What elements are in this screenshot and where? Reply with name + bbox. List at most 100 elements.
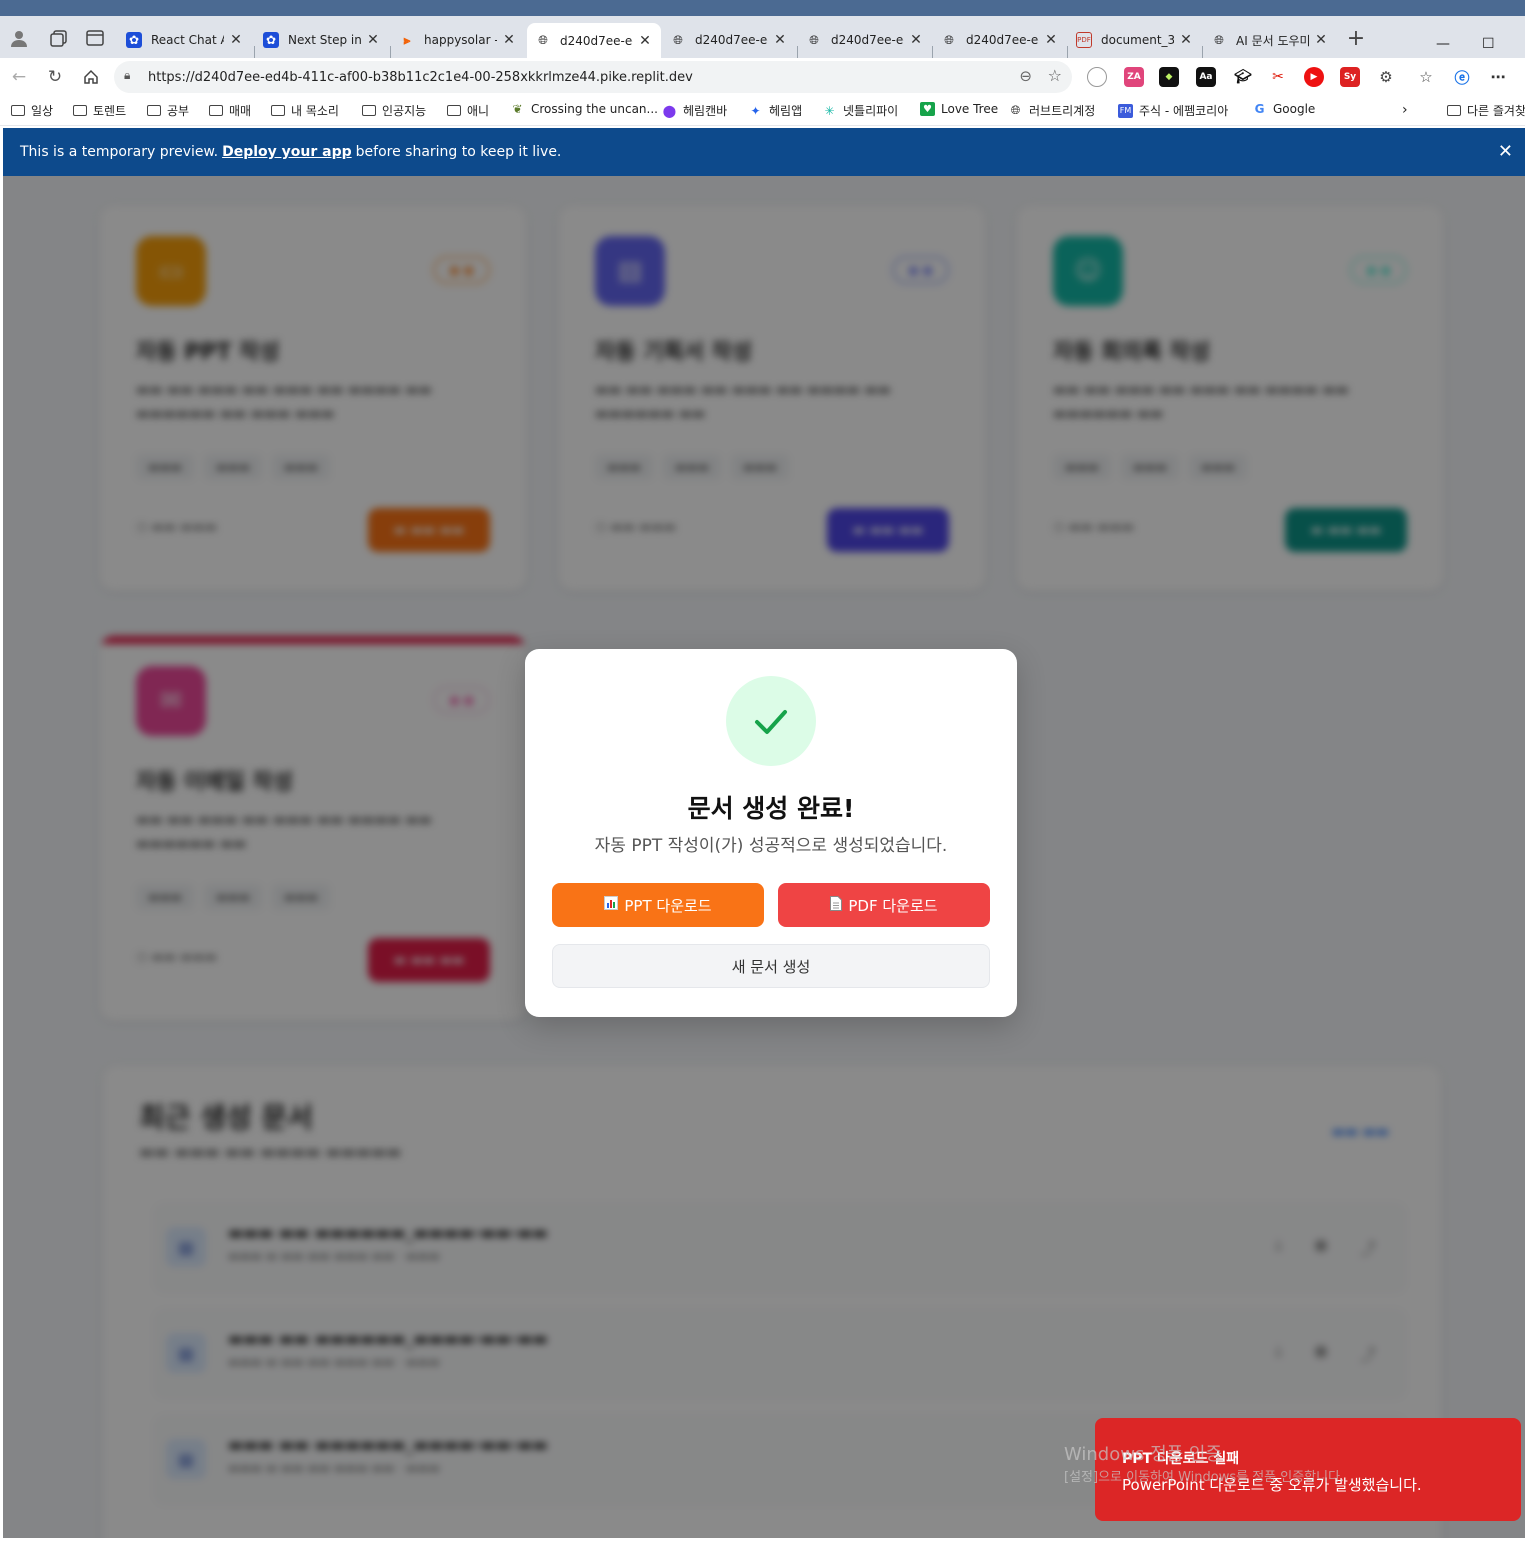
- folder-icon: [446, 104, 461, 118]
- netlify-icon: ✳: [824, 103, 835, 118]
- ppt-download-button[interactable]: PPT 다운로드: [552, 883, 764, 927]
- tab-7[interactable]: PDF document_36 ✕: [1068, 22, 1202, 58]
- bookmark-folder[interactable]: 공부: [146, 102, 189, 119]
- bookmark-folder[interactable]: 매매: [208, 102, 251, 119]
- browser-tab-strip: ✿ React Chat Ap ✕ ✿ Next Step in U ✕ ⫸ h…: [0, 0, 1525, 64]
- tab-title: d240d7ee-ed: [560, 33, 633, 48]
- extension-icon[interactable]: 🎓︎: [1233, 67, 1253, 87]
- bookmark-link[interactable]: G Google: [1252, 102, 1316, 116]
- bookmark-label: 주식 - 에펨코리아: [1139, 104, 1229, 118]
- bookmark-folder-other[interactable]: 다른 즐겨찾기: [1446, 102, 1525, 119]
- extension-icon[interactable]: ◆: [1159, 67, 1179, 87]
- ppt-download-label: PPT 다운로드: [624, 896, 712, 915]
- extension-icon[interactable]: Aa: [1196, 67, 1216, 87]
- bookmark-folder[interactable]: 애니: [446, 102, 489, 119]
- tab-title: Next Step in U: [288, 33, 361, 47]
- tab-1[interactable]: ✿ Next Step in U ✕: [255, 22, 389, 58]
- close-tab-icon[interactable]: ✕: [1178, 32, 1194, 48]
- tab-2[interactable]: ⫸ happysolar - F ✕: [391, 22, 525, 58]
- bookmark-folder[interactable]: 인공지능: [361, 102, 426, 119]
- bookmark-label: Love Tree: [941, 102, 999, 116]
- extension-icon[interactable]: ZA: [1124, 67, 1144, 87]
- close-icon[interactable]: ✕: [1498, 141, 1513, 162]
- extension-icon[interactable]: ✂: [1268, 67, 1288, 87]
- bookmark-label: 헤림앱: [769, 104, 803, 118]
- folder-icon: [270, 104, 285, 118]
- back-icon[interactable]: ←: [8, 66, 30, 88]
- tab-3-active[interactable]: 🌐︎ d240d7ee-ed ✕: [527, 23, 661, 58]
- tab-5[interactable]: 🌐︎ d240d7ee-ed ✕: [798, 22, 932, 58]
- favorite-star-icon[interactable]: ☆: [1048, 66, 1062, 85]
- bookmarks-overflow-chevron-icon[interactable]: ›: [1402, 102, 1408, 118]
- globe-icon: 🌐︎: [1214, 32, 1224, 47]
- tab-title: happysolar - F: [424, 33, 497, 47]
- new-document-button[interactable]: 새 문서 생성: [552, 944, 990, 988]
- modal-subtitle: 자동 PPT 작성이(가) 성공적으로 생성되었습니다.: [594, 836, 948, 856]
- tab-title: document_36: [1101, 33, 1174, 47]
- bar-chart-icon: [604, 896, 619, 914]
- extension-icon[interactable]: [1087, 67, 1107, 87]
- close-tab-icon[interactable]: ✕: [365, 32, 381, 48]
- extension-icon[interactable]: Sy: [1340, 67, 1360, 87]
- close-tab-icon[interactable]: ✕: [908, 32, 924, 48]
- bookmark-label: 인공지능: [382, 104, 427, 118]
- tab-title: d240d7ee-ed: [695, 33, 768, 47]
- bookmark-folder[interactable]: 토렌트: [72, 102, 126, 119]
- minimize-icon[interactable]: —: [1436, 36, 1450, 52]
- close-tab-icon[interactable]: ✕: [1313, 32, 1329, 48]
- url-text: https://d240d7ee-ed4b-411c-af00-b38b11c2…: [148, 69, 693, 85]
- pdf-download-button[interactable]: PDF 다운로드: [778, 883, 990, 927]
- zoom-icon[interactable]: ⊖: [1019, 67, 1032, 85]
- bookmark-folder[interactable]: 내 목소리: [270, 102, 339, 119]
- pdf-icon: PDF: [1076, 32, 1092, 48]
- globe-icon: 🌐︎: [944, 32, 954, 47]
- edge-icon[interactable]: ⓔ: [1452, 67, 1472, 87]
- vertical-tabs-icon[interactable]: [83, 26, 107, 50]
- maximize-icon[interactable]: ☐: [1482, 36, 1495, 52]
- profile-icon[interactable]: [7, 26, 31, 50]
- folder-icon: [10, 104, 25, 118]
- close-tab-icon[interactable]: ✕: [501, 32, 517, 48]
- modal-title: 문서 생성 완료!: [687, 794, 855, 823]
- bookmark-label: 러브트리계정: [1029, 104, 1096, 118]
- close-tab-icon[interactable]: ✕: [772, 32, 788, 48]
- bookmark-folder[interactable]: 일상: [10, 102, 53, 119]
- close-tab-icon[interactable]: ✕: [637, 33, 653, 49]
- tab-0[interactable]: ✿ React Chat Ap ✕: [118, 22, 252, 58]
- bookmark-link[interactable]: FM 주식 - 에펨코리아: [1118, 102, 1228, 119]
- globe-icon: 🌐︎: [1010, 103, 1021, 117]
- tab-title: d240d7ee-ed: [966, 33, 1039, 47]
- extension-icon[interactable]: ▶: [1304, 67, 1324, 87]
- deploy-link[interactable]: Deploy your app: [222, 144, 352, 160]
- folder-icon: [72, 104, 87, 118]
- extensions-puzzle-icon[interactable]: ⚙: [1376, 67, 1396, 87]
- bookmark-link[interactable]: ⬤ 헤림캔바: [662, 102, 727, 119]
- favorites-icon[interactable]: ☆: [1416, 67, 1436, 87]
- fmkorea-icon: FM: [1118, 103, 1133, 118]
- url-input[interactable]: 🔒︎ https://d240d7ee-ed4b-411c-af00-b38b1…: [114, 61, 1072, 93]
- bookmark-link[interactable]: ✳ 넷틀리파이: [822, 102, 898, 119]
- tab-8[interactable]: 🌐︎ AI 문서 도우미 ✕: [1203, 22, 1337, 58]
- bookmark-link[interactable]: ❦ Crossing the uncan...: [510, 102, 658, 116]
- folder-icon: [146, 104, 161, 118]
- bookmark-link[interactable]: 🌐︎ 러브트리계정: [1008, 102, 1096, 119]
- close-tab-icon[interactable]: ✕: [1043, 32, 1059, 48]
- canva-icon: ⬤: [662, 103, 677, 118]
- bookmark-link[interactable]: ♥ Love Tree: [920, 102, 998, 116]
- lock-icon[interactable]: 🔒︎: [124, 68, 130, 83]
- tab-6[interactable]: 🌐︎ d240d7ee-ed ✕: [933, 22, 1067, 58]
- address-toolbar: ← ↻ 🔒︎ https://d240d7ee-ed4b-411c-af00-b…: [0, 58, 1525, 96]
- new-tab-icon[interactable]: +: [1344, 26, 1368, 51]
- home-icon[interactable]: [80, 66, 102, 88]
- bookmark-label: 내 목소리: [291, 104, 339, 118]
- preview-banner: This is a temporary preview. Deploy your…: [3, 128, 1525, 176]
- windows-activation-watermark-sub: [설정]으로 이동하여 Windows를 정품 인증합니다.: [1064, 1470, 1345, 1485]
- tab-4[interactable]: 🌐︎ d240d7ee-ed ✕: [662, 22, 796, 58]
- bookmark-link[interactable]: ✦ 헤림앱: [748, 102, 802, 119]
- bookmark-label: 매매: [229, 104, 252, 118]
- workspaces-icon[interactable]: [47, 26, 71, 50]
- close-tab-icon[interactable]: ✕: [228, 32, 244, 48]
- refresh-icon[interactable]: ↻: [44, 66, 66, 88]
- globe-icon: 🌐︎: [538, 33, 548, 47]
- more-menu-icon[interactable]: ⋯: [1488, 67, 1508, 87]
